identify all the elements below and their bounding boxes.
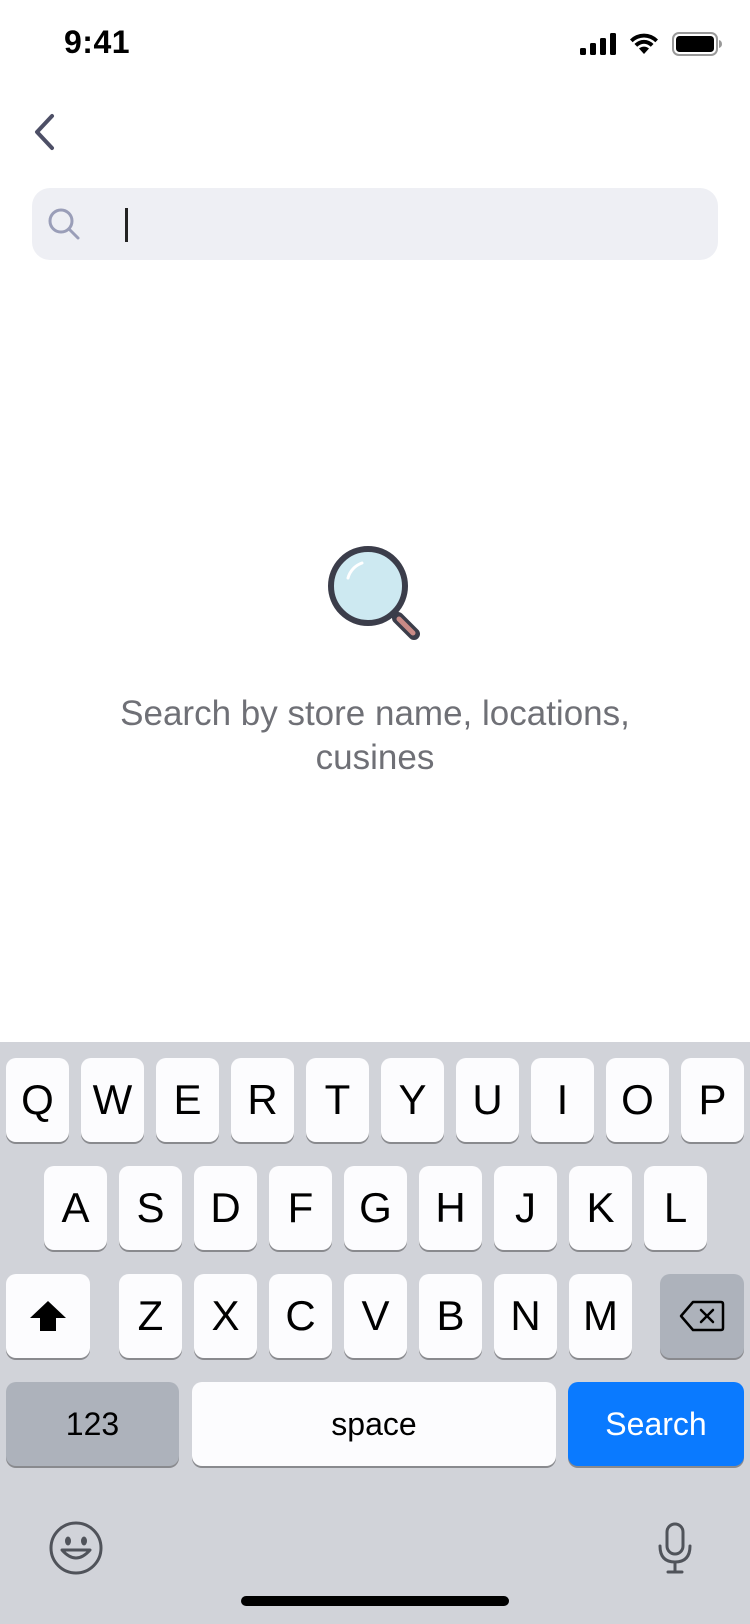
delete-key[interactable] bbox=[660, 1274, 744, 1358]
key-h[interactable]: H bbox=[419, 1166, 482, 1250]
cellular-signal-icon bbox=[580, 33, 616, 55]
emoji-icon[interactable] bbox=[48, 1520, 104, 1576]
key-p[interactable]: P bbox=[681, 1058, 744, 1142]
key-s[interactable]: S bbox=[119, 1166, 182, 1250]
text-cursor bbox=[125, 208, 128, 242]
battery-icon bbox=[672, 32, 722, 56]
key-o[interactable]: O bbox=[606, 1058, 669, 1142]
key-u[interactable]: U bbox=[456, 1058, 519, 1142]
key-c[interactable]: C bbox=[269, 1274, 332, 1358]
shift-arrow-icon bbox=[30, 1301, 66, 1331]
key-l[interactable]: L bbox=[644, 1166, 707, 1250]
key-m[interactable]: M bbox=[569, 1274, 632, 1358]
key-g[interactable]: G bbox=[344, 1166, 407, 1250]
key-y[interactable]: Y bbox=[381, 1058, 444, 1142]
key-w[interactable]: W bbox=[81, 1058, 144, 1142]
numbers-key[interactable]: 123 bbox=[6, 1382, 179, 1466]
back-button[interactable] bbox=[24, 104, 96, 160]
key-z[interactable]: Z bbox=[119, 1274, 182, 1358]
status-icons bbox=[580, 32, 722, 56]
search-input[interactable] bbox=[82, 188, 718, 260]
key-d[interactable]: D bbox=[194, 1166, 257, 1250]
key-t[interactable]: T bbox=[306, 1058, 369, 1142]
backspace-icon bbox=[679, 1300, 725, 1332]
key-r[interactable]: R bbox=[231, 1058, 294, 1142]
empty-state-message: Search by store name, locations, cusines bbox=[120, 694, 630, 777]
search-icon bbox=[48, 208, 80, 240]
keyboard: Q W E R T Y U I O P A S D F G H J K L Z … bbox=[0, 1042, 750, 1624]
key-q[interactable]: Q bbox=[6, 1058, 69, 1142]
status-bar: 9:41 bbox=[0, 0, 750, 92]
microphone-icon[interactable] bbox=[656, 1522, 694, 1574]
key-j[interactable]: J bbox=[494, 1166, 557, 1250]
key-k[interactable]: K bbox=[569, 1166, 632, 1250]
key-f[interactable]: F bbox=[269, 1166, 332, 1250]
magnifying-glass-icon bbox=[328, 546, 420, 640]
wifi-icon bbox=[630, 33, 658, 54]
key-i[interactable]: I bbox=[531, 1058, 594, 1142]
key-n[interactable]: N bbox=[494, 1274, 557, 1358]
space-key[interactable]: space bbox=[192, 1382, 556, 1466]
status-time: 9:41 bbox=[64, 24, 131, 60]
search-key[interactable]: Search bbox=[568, 1382, 744, 1466]
key-v[interactable]: V bbox=[344, 1274, 407, 1358]
home-indicator bbox=[241, 1596, 509, 1606]
key-a[interactable]: A bbox=[44, 1166, 107, 1250]
key-b[interactable]: B bbox=[419, 1274, 482, 1358]
key-e[interactable]: E bbox=[156, 1058, 219, 1142]
shift-key[interactable] bbox=[6, 1274, 90, 1358]
key-x[interactable]: X bbox=[194, 1274, 257, 1358]
search-field[interactable] bbox=[32, 188, 718, 260]
chevron-left-icon bbox=[35, 114, 54, 150]
